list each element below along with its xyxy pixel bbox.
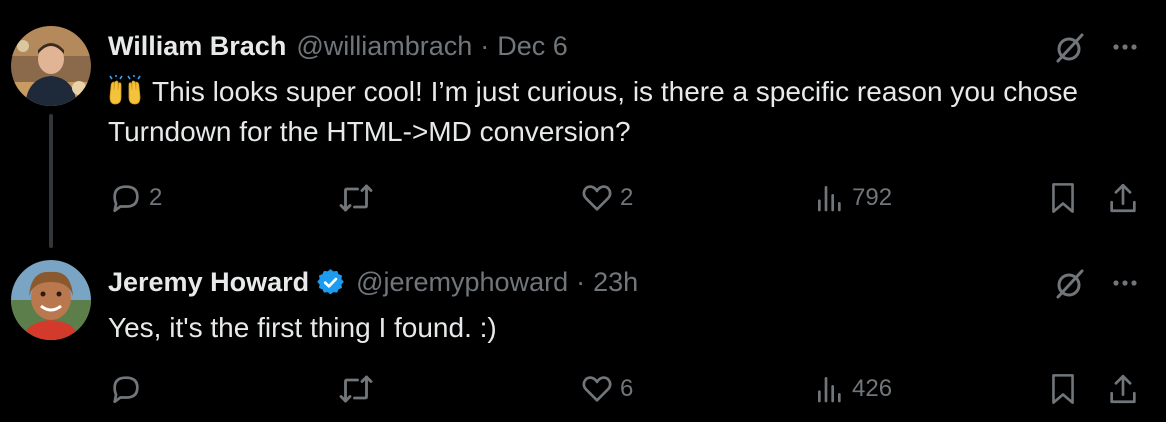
reply-button[interactable]: 2 (109, 176, 162, 220)
tweet-text-container: This looks super cool! I’m just curious,… (108, 72, 1108, 152)
share-button[interactable] (1106, 367, 1140, 411)
view-count: 792 (852, 184, 893, 211)
bookmark-icon (1052, 374, 1074, 404)
view-count: 426 (852, 375, 893, 402)
views-button[interactable]: 426 (814, 367, 892, 411)
share-icon (1110, 183, 1136, 213)
tweet[interactable]: William Brach @williambrach · Dec 6 This… (0, 0, 1166, 248)
reply-icon (113, 185, 139, 213)
grok-icon[interactable] (1052, 266, 1088, 302)
share-button[interactable] (1106, 176, 1140, 220)
views-button[interactable]: 792 (814, 176, 892, 220)
timestamp[interactable]: 23h (593, 267, 638, 298)
author-handle[interactable]: @jeremyphoward (356, 267, 568, 298)
more-icon[interactable] (1110, 268, 1140, 298)
verified-badge-icon[interactable] (317, 268, 344, 296)
repost-icon (339, 375, 373, 403)
avatar[interactable] (11, 26, 91, 106)
like-count: 2 (620, 184, 634, 211)
tweet-actions: 2 2 792 (0, 176, 1166, 220)
views-icon (818, 377, 841, 403)
like-button[interactable]: 6 (580, 367, 633, 411)
author-name[interactable]: William Brach (108, 31, 286, 62)
separator-dot: · (480, 30, 490, 61)
heart-icon (582, 376, 612, 402)
share-icon (1110, 374, 1136, 404)
repost-button[interactable] (338, 176, 380, 220)
like-count: 6 (620, 375, 634, 402)
raising-hands-emoji-icon (108, 75, 142, 105)
bookmark-button[interactable] (1048, 176, 1078, 220)
views-icon (818, 186, 841, 212)
more-icon[interactable] (1110, 32, 1140, 62)
tweet-text-container: Yes, it's the first thing I found. :) (108, 308, 1108, 348)
heart-icon (582, 185, 612, 211)
author-name[interactable]: Jeremy Howard (108, 267, 309, 298)
timestamp[interactable]: Dec 6 (497, 31, 568, 62)
tweet-header: Jeremy Howard @jeremyphoward · 23h (108, 262, 638, 302)
separator-dot: · (576, 266, 586, 297)
like-button[interactable]: 2 (580, 176, 633, 220)
repost-icon (339, 184, 373, 212)
repost-button[interactable] (338, 367, 380, 411)
author-handle[interactable]: @williambrach (296, 31, 472, 62)
reply-icon (113, 376, 139, 404)
tweet-text: This looks super cool! I’m just curious,… (108, 76, 1078, 147)
tweet[interactable]: Jeremy Howard @jeremyphoward · 23h Yes, … (0, 248, 1166, 422)
bookmark-button[interactable] (1048, 367, 1078, 411)
tweet-actions: 6 426 (0, 367, 1166, 411)
reply-count: 2 (149, 184, 163, 211)
grok-icon[interactable] (1052, 30, 1088, 66)
avatar[interactable] (11, 260, 91, 340)
tweet-text: Yes, it's the first thing I found. :) (108, 312, 497, 343)
tweet-header: William Brach @williambrach · Dec 6 (108, 26, 568, 66)
bookmark-icon (1052, 183, 1074, 213)
reply-button[interactable] (109, 367, 149, 411)
